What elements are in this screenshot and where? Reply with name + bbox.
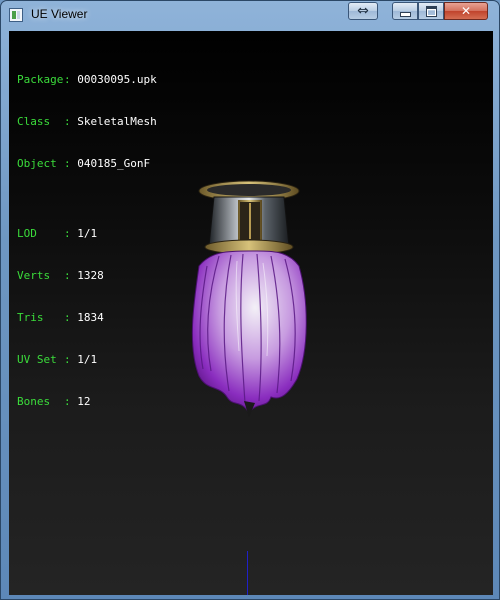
info-value-uvset: 1/1 xyxy=(77,353,98,366)
info-label: Tris xyxy=(17,311,44,324)
maximize-button[interactable] xyxy=(418,2,444,20)
info-separator: : xyxy=(64,157,71,170)
info-separator: : xyxy=(64,73,71,86)
info-separator: : xyxy=(64,311,71,324)
info-separator: : xyxy=(64,227,71,240)
minimize-button[interactable] xyxy=(392,2,418,20)
info-row-package: Package: 00030095.upk xyxy=(17,73,157,87)
info-row-verts: Verts: 1328 xyxy=(17,269,157,283)
info-separator: : xyxy=(64,395,71,408)
info-row-class: Class: SkeletalMesh xyxy=(17,115,157,129)
info-value-verts: 1328 xyxy=(77,269,104,282)
close-icon: ✕ xyxy=(460,4,472,18)
app-window: UE Viewer ⇔ ✕ Package: 00030095.upk Clas… xyxy=(0,0,500,600)
title-bar[interactable]: UE Viewer ⇔ ✕ xyxy=(1,1,499,29)
info-row-object: Object: 040185_GonF xyxy=(17,157,157,171)
info-value-lod: 1/1 xyxy=(77,227,98,240)
3d-viewport[interactable]: Package: 00030095.upk Class: SkeletalMes… xyxy=(9,31,493,595)
maximize-icon xyxy=(425,5,437,17)
info-row-bones: Bones: 12 xyxy=(17,395,157,409)
close-button[interactable]: ✕ xyxy=(444,2,488,20)
info-separator: : xyxy=(64,353,71,366)
swap-button[interactable]: ⇔ xyxy=(348,2,378,20)
mesh-info-overlay: Package: 00030095.upk Class: SkeletalMes… xyxy=(17,45,157,437)
info-value-tris: 1834 xyxy=(77,311,104,324)
window-title: UE Viewer xyxy=(31,7,88,21)
info-value-class: SkeletalMesh xyxy=(77,115,157,128)
info-label: Class xyxy=(17,115,51,128)
info-value-bones: 12 xyxy=(77,395,91,408)
info-row-tris: Tris: 1834 xyxy=(17,311,157,325)
minimize-icon xyxy=(399,11,411,17)
swap-arrows-icon: ⇔ xyxy=(357,3,369,19)
info-label: Bones xyxy=(17,395,51,408)
info-value-object: 040185_GonF xyxy=(77,157,151,170)
axis-indicator xyxy=(247,551,248,595)
info-label: Object xyxy=(17,157,57,170)
info-label: LOD xyxy=(17,227,37,240)
info-label: UV Set xyxy=(17,353,57,366)
info-separator: : xyxy=(64,269,71,282)
app-icon xyxy=(9,8,23,22)
info-label: Verts xyxy=(17,269,51,282)
info-value-package: 00030095.upk xyxy=(77,73,157,86)
info-separator: : xyxy=(64,115,71,128)
info-row-lod: LOD: 1/1 xyxy=(17,227,157,241)
info-row-uvset: UV Set: 1/1 xyxy=(17,353,157,367)
info-label: Package xyxy=(17,73,64,86)
skeletal-mesh-render xyxy=(191,180,307,417)
